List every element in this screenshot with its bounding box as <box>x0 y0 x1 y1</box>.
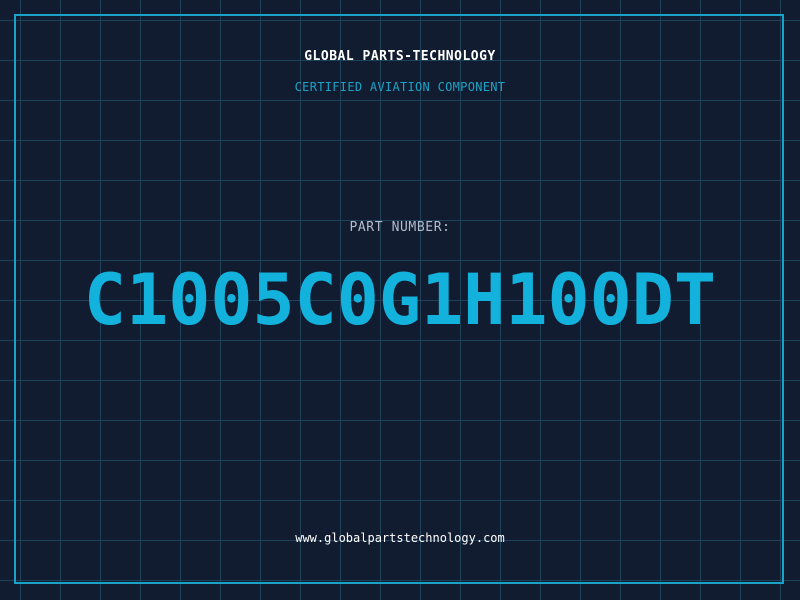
certificate-card: GLOBAL PARTS-TECHNOLOGY CERTIFIED AVIATI… <box>0 0 800 600</box>
company-name: GLOBAL PARTS-TECHNOLOGY <box>304 49 496 64</box>
certification-tagline: CERTIFIED AVIATION COMPONENT <box>294 80 506 94</box>
part-number-label: PART NUMBER: <box>349 220 451 235</box>
part-number-value: C1005C0G1H100DT <box>83 259 717 341</box>
website-link[interactable]: www.globalpartstechnology.com <box>0 531 800 545</box>
